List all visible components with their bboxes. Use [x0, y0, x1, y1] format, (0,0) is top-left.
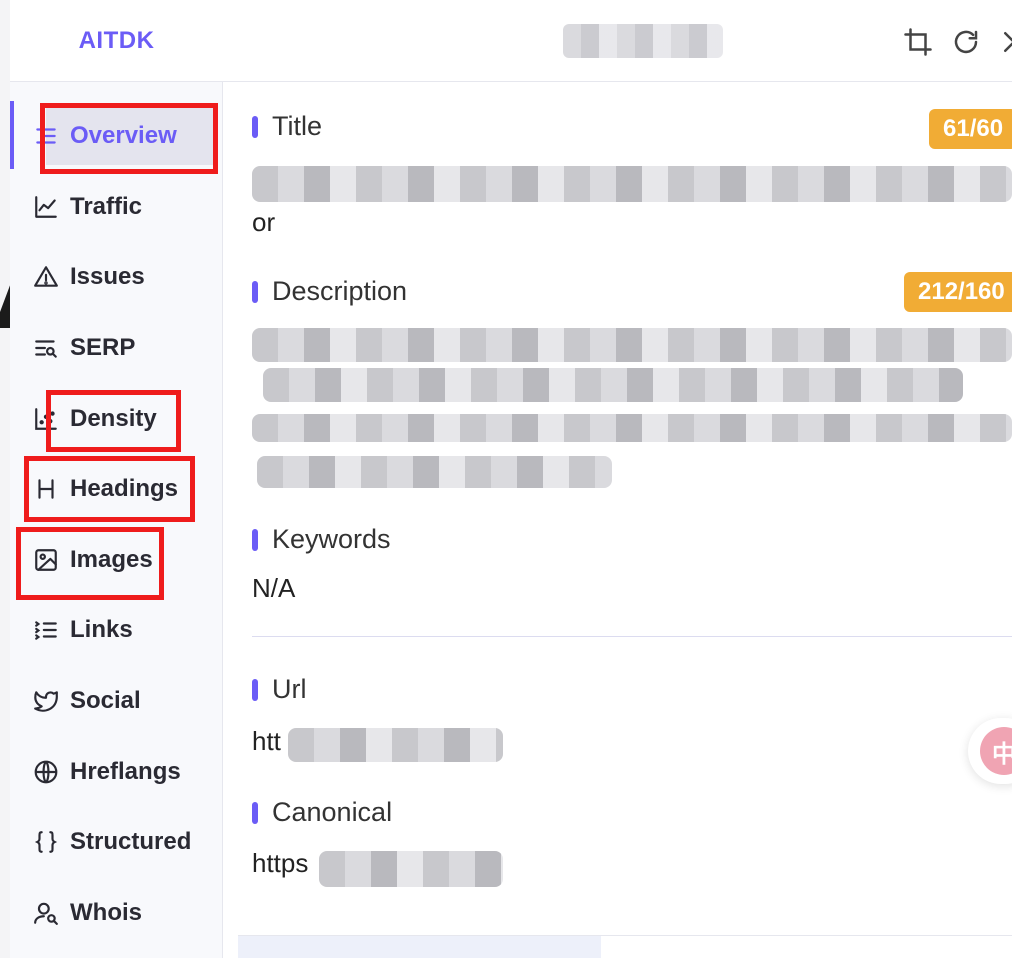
url-label: Url: [272, 674, 307, 704]
sidebar-item-social[interactable]: Social: [10, 666, 223, 737]
close-icon[interactable]: [999, 27, 1012, 57]
title-label: Title: [272, 111, 323, 141]
sidebar-item-hreflangs[interactable]: Hreflangs: [10, 736, 223, 807]
crop-icon[interactable]: [903, 27, 933, 57]
sidebar-item-label: SERP: [70, 334, 136, 362]
sidebar-item-label: Whois: [70, 898, 142, 926]
refresh-icon[interactable]: [951, 27, 981, 57]
redacted-url: [288, 728, 503, 762]
user-search-icon: [32, 899, 60, 927]
redacted-description-line-2: [263, 368, 963, 402]
sidebar-item-label: Links: [70, 616, 133, 644]
title-length-badge: 61/60: [929, 109, 1012, 149]
sidebar-nav: Overview Traffic Issues SERP Density Hea…: [10, 101, 223, 948]
section-marker: [252, 115, 258, 138]
description-length-badge: 212/160: [904, 272, 1012, 312]
brand-logo[interactable]: AITDK: [10, 0, 223, 82]
list-search-icon: [32, 334, 60, 362]
redacted-domain: [563, 24, 723, 58]
sidebar-item-label: Hreflangs: [70, 757, 181, 785]
sidebar-item-traffic[interactable]: Traffic: [10, 172, 223, 243]
extension-panel: AITDK Overview Traffic Issues SERP Densi…: [0, 0, 1012, 958]
section-marker: [252, 678, 258, 701]
section-marker: [252, 280, 258, 303]
redacted-description-line-3: [252, 414, 1012, 442]
sidebar-item-label: Traffic: [70, 192, 143, 220]
redacted-description-line-1: [252, 328, 1012, 362]
sidebar-item-serp[interactable]: SERP: [10, 313, 223, 384]
translate-icon: 中: [980, 727, 1012, 775]
globe-icon: [32, 758, 60, 786]
keywords-value: N/A: [252, 573, 296, 603]
section-divider: [252, 636, 1012, 637]
highlight-overview: [40, 103, 218, 174]
warning-triangle-icon: [32, 263, 60, 291]
redacted-canonical: [319, 851, 503, 887]
canonical-label: Canonical: [272, 797, 393, 827]
sidebar-item-label: Structured: [70, 828, 192, 856]
keywords-label: Keywords: [272, 524, 391, 554]
redacted-title-text: [252, 166, 1012, 202]
braces-icon: [32, 828, 60, 856]
sidebar-item-whois[interactable]: Whois: [10, 878, 223, 949]
ordered-list-icon: [32, 616, 60, 644]
line-chart-icon: [32, 193, 60, 221]
sidebar-item-structured[interactable]: Structured: [10, 807, 223, 878]
sidebar-item-label: Social: [70, 687, 141, 715]
highlight-density: [46, 390, 181, 452]
canonical-heading: Canonical: [252, 797, 392, 828]
panel-header: [223, 0, 1012, 82]
title-heading: Title: [252, 111, 322, 142]
highlight-images: [16, 527, 164, 600]
description-heading: Description: [252, 276, 407, 307]
url-value-prefix[interactable]: htt: [252, 726, 281, 757]
section-marker: [252, 801, 258, 824]
canonical-value-prefix[interactable]: https: [252, 848, 308, 879]
description-label: Description: [272, 276, 408, 306]
url-heading: Url: [252, 674, 307, 705]
twitter-bird-icon: [32, 687, 60, 715]
section-marker: [252, 528, 258, 551]
keywords-heading: Keywords: [252, 524, 391, 555]
overview-content: Title 61/60 or Description 212/160 Keywo…: [223, 83, 1012, 958]
redacted-description-line-4: [257, 456, 612, 488]
title-value-tail: or: [252, 207, 276, 237]
bottom-tab-strip: [238, 936, 601, 958]
sidebar-item-label: Issues: [70, 263, 145, 291]
highlight-headings: [24, 456, 195, 522]
sidebar-item-links[interactable]: Links: [10, 595, 223, 666]
sidebar-item-issues[interactable]: Issues: [10, 242, 223, 313]
